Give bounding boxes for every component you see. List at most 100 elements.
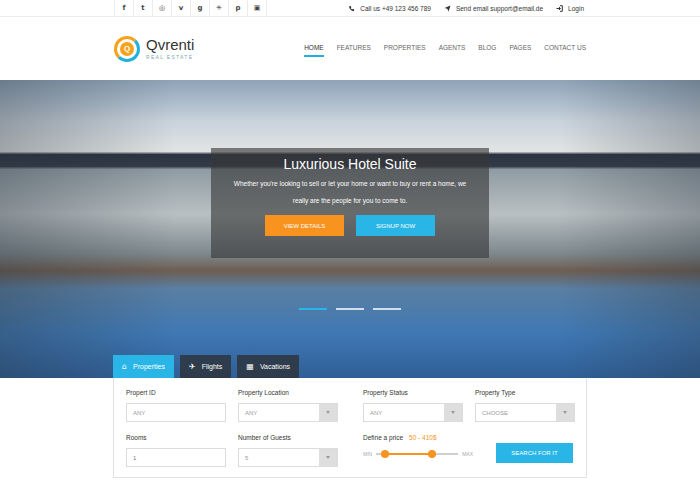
phone-contact[interactable]: Call us +49 123 456 789 (348, 5, 431, 12)
search-tab-label: Vacations (260, 363, 290, 370)
search-tab-label: Flights (202, 363, 223, 370)
search-tab[interactable]: ⌂ Properties (113, 355, 174, 378)
select-arrow-icon (319, 404, 337, 421)
field-label: Property Status (363, 389, 475, 396)
slide-indicator[interactable] (336, 308, 364, 310)
form-field: Property Status ANY (363, 389, 475, 422)
hero-title: Luxurious Hotel Suite (283, 156, 416, 172)
field-label: Property Location (238, 389, 363, 396)
top-bar-inner: ft◎vg✳p▣ Call us +49 123 456 789 Send emai… (114, 0, 586, 16)
field-label: Property Type (475, 389, 575, 396)
price-label: Define a price (363, 434, 403, 441)
select-arrow-icon (319, 449, 337, 466)
select-field[interactable]: 5 (238, 448, 338, 467)
logo-letter: Q (120, 42, 134, 56)
form-field: Property Location ANY (238, 389, 363, 422)
slider-handle-max[interactable] (428, 450, 436, 458)
slider-handle-min[interactable] (381, 450, 389, 458)
slider-fill (385, 453, 432, 455)
field-label: Rooms (126, 434, 238, 441)
social-link-icon[interactable]: f (115, 0, 134, 16)
nav-item[interactable]: PAGES (509, 40, 531, 57)
view-details-button[interactable]: VIEW DETAILS (265, 215, 344, 236)
caret-icon (563, 411, 567, 414)
hero-text: Whether you're looking to sell or let yo… (233, 175, 467, 209)
price-header: Define a price 50 - 410$ (363, 434, 475, 441)
search-tab-label: Properties (133, 363, 165, 370)
header-inner: Q QvrentiREAL ESTATE HOME FEATURES PROPERTIE… (114, 17, 586, 80)
search-tab-icon: ✈ (189, 362, 196, 371)
slide-indicator[interactable] (373, 308, 401, 310)
hero-buttons: VIEW DETAILS SIGNUP NOW (265, 215, 435, 236)
max-label: MAX (462, 451, 473, 457)
price-range: Define a price 50 - 410$ MIN MAX (363, 434, 475, 467)
login-label: Login (568, 5, 584, 12)
search-tab[interactable]: ✈ Flights (180, 355, 231, 378)
select-arrow-icon (556, 404, 574, 421)
select-value: ANY (239, 404, 319, 421)
logo-tagline: REAL ESTATE (146, 54, 194, 60)
select-arrow-icon (444, 404, 462, 421)
nav-item[interactable]: HOME (304, 40, 324, 57)
nav-item[interactable]: PROPERTIES (384, 40, 426, 57)
text-input[interactable] (126, 448, 226, 467)
form-field: Propert ID (126, 389, 238, 422)
search-tab-icon: ▦ (246, 362, 254, 371)
social-link-icon[interactable]: ◎ (153, 0, 172, 16)
signup-button[interactable]: SIGNUP NOW (356, 215, 435, 236)
hero-slider: Luxurious Hotel Suite Whether you're look… (0, 80, 700, 378)
select-value: ANY (364, 404, 444, 421)
nav-item[interactable]: BLOG (478, 40, 496, 57)
top-bar: ft◎vg✳p▣ Call us +49 123 456 789 Send emai… (0, 0, 700, 17)
login-link[interactable]: Login (556, 5, 584, 12)
search-tabs: ⌂ Properties ✈ Flights ▦ Vacations (113, 355, 299, 378)
caret-icon (326, 456, 330, 459)
caret-icon (451, 411, 455, 414)
select-field[interactable]: ANY (363, 403, 463, 422)
nav-item[interactable]: FEATURES (337, 40, 371, 57)
nav-item[interactable]: AGENTS (439, 40, 466, 57)
social-link-icon[interactable]: p (229, 0, 248, 16)
caret-icon (326, 411, 330, 414)
social-link-icon[interactable]: v (172, 0, 191, 16)
search-tab-icon: ⌂ (122, 362, 127, 371)
phone-icon (348, 5, 355, 12)
social-link-icon[interactable]: t (134, 0, 153, 16)
form-field: Property Type CHOOSE (475, 389, 575, 422)
hero-caption: Luxurious Hotel Suite Whether you're look… (211, 148, 489, 258)
logo-text: QvrentiREAL ESTATE (146, 37, 194, 61)
logo-mark: Q (114, 36, 140, 62)
phone-number: Call us +49 123 456 789 (360, 5, 431, 12)
field-label: Number of Guests (238, 434, 363, 441)
field-label: Propert ID (126, 389, 238, 396)
social-link-icon[interactable]: g (191, 0, 210, 16)
contact-links: Call us +49 123 456 789 Send email suppor… (348, 0, 586, 16)
logo[interactable]: Q QvrentiREAL ESTATE (114, 36, 194, 62)
search-form: Propert IDProperty LocationANYProperty S… (113, 378, 587, 478)
nav-item[interactable]: CONTACT US (544, 40, 586, 57)
form-field: Number of Guests 5 (238, 434, 363, 467)
select-field[interactable]: CHOOSE (475, 403, 575, 422)
main-nav: HOME FEATURES PROPERTIES AGENTS BLOG PAGES CON… (304, 40, 586, 57)
social-link-icon[interactable]: ▣ (248, 0, 267, 16)
login-icon (556, 5, 563, 12)
slider-track (376, 453, 458, 455)
slide-indicator[interactable] (299, 308, 327, 310)
select-field[interactable]: ANY (238, 403, 338, 422)
send-icon (444, 5, 451, 12)
email-address: Send email support@email.de (456, 5, 543, 12)
social-link-icon[interactable]: ✳ (210, 0, 229, 16)
select-value: 5 (239, 449, 319, 466)
search-tab[interactable]: ▦ Vacations (237, 355, 299, 378)
price-reading: 50 - 410$ (409, 434, 436, 441)
email-contact[interactable]: Send email support@email.de (444, 5, 543, 12)
form-field: Rooms (126, 434, 238, 467)
min-label: MIN (363, 451, 372, 457)
slide-indicators (299, 308, 401, 310)
search-button[interactable]: SEARCH FOR IT (496, 443, 573, 463)
social-links: ft◎vg✳p▣ (114, 0, 267, 16)
select-value: CHOOSE (476, 404, 556, 421)
price-slider: MIN MAX (363, 451, 475, 457)
site-header: Q QvrentiREAL ESTATE HOME FEATURES PROPERTIE… (0, 17, 700, 80)
text-input[interactable] (126, 403, 226, 422)
